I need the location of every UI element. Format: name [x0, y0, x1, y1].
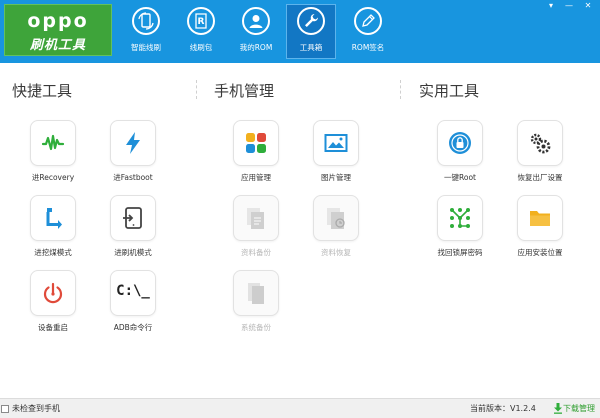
tool-tile	[233, 195, 279, 241]
tool-tile	[313, 120, 359, 166]
tool-data-restore[interactable]: 资料恢复	[298, 195, 374, 265]
svg-text:R: R	[198, 17, 205, 27]
lightning-icon	[126, 132, 140, 154]
device-status-checkbox[interactable]	[1, 405, 9, 413]
signal-wave-icon	[41, 134, 65, 151]
tool-tile	[517, 195, 563, 241]
section-title-utilities: 实用工具	[419, 82, 480, 100]
download-manager-link[interactable]: 下载管理	[563, 403, 595, 414]
status-bar: 未检查到手机 当前版本：V1.2.4 下载管理	[0, 398, 600, 418]
tool-root[interactable]: 一键Root	[422, 120, 498, 190]
download-icon[interactable]	[553, 403, 563, 414]
tool-tile	[437, 120, 483, 166]
section-title-quick-tools: 快捷工具	[12, 82, 73, 100]
power-restart-icon	[43, 282, 63, 304]
close-icon[interactable]: ✕	[581, 0, 595, 12]
document-icon	[247, 208, 264, 229]
tool-label: 进Recovery	[31, 173, 75, 182]
folder-icon	[530, 211, 550, 226]
nav-smart-flash[interactable]: 智能线刷	[121, 4, 171, 59]
tool-fastboot[interactable]: 进Fastboot	[95, 120, 171, 190]
tool-label: 资料恢复	[321, 248, 351, 257]
tool-app-install-location[interactable]: 应用安装位置	[502, 195, 578, 265]
tool-tile	[233, 270, 279, 316]
picture-icon	[324, 134, 348, 152]
section-title-phone-management: 手机管理	[214, 82, 275, 100]
app-grid-icon	[246, 133, 266, 153]
gears-icon	[530, 133, 551, 154]
logo-subtitle: 刷机工具	[29, 38, 86, 53]
version-text: 当前版本：V1.2.4	[470, 404, 536, 413]
tool-tile	[30, 270, 76, 316]
tool-label: 进Fastboot	[113, 173, 153, 182]
tool-factory-reset[interactable]: 恢复出厂设置	[502, 120, 578, 190]
tool-label: 进挖煤模式	[34, 248, 72, 257]
device-status-text: 未检查到手机	[12, 404, 60, 413]
tool-label: 应用安装位置	[517, 248, 563, 257]
section-divider	[196, 80, 197, 99]
tool-label: 恢复出厂设置	[517, 173, 563, 182]
wrench-icon	[297, 7, 325, 35]
nav-label: ROM签名	[351, 43, 385, 52]
tool-tile	[110, 120, 156, 166]
tool-recovery[interactable]: 进Recovery	[15, 120, 91, 190]
nav-toolbox[interactable]: 工具箱	[286, 4, 336, 59]
tool-label: 设备重启	[38, 323, 68, 332]
lock-icon	[449, 132, 471, 154]
tool-tile	[313, 195, 359, 241]
tool-label: 应用管理	[241, 173, 271, 182]
tool-tile	[110, 195, 156, 241]
nav-flash-package[interactable]: R 线刷包	[176, 4, 226, 59]
tool-app-management[interactable]: 应用管理	[218, 120, 294, 190]
section-divider	[400, 80, 401, 99]
terminal-icon: C:\_	[116, 283, 150, 299]
tool-tile	[30, 120, 76, 166]
tool-system-backup[interactable]: 系统备份	[218, 270, 294, 340]
document-restore-icon	[327, 208, 345, 229]
tool-photo-management[interactable]: 图片管理	[298, 120, 374, 190]
tool-tile	[437, 195, 483, 241]
tool-tile: C:\_	[110, 270, 156, 316]
tablet-enter-icon	[123, 207, 142, 229]
tool-data-backup[interactable]: 资料备份	[218, 195, 294, 265]
tool-flash-mode[interactable]: 进刷机模式	[95, 195, 171, 265]
tool-label: 图片管理	[321, 173, 351, 182]
tool-label: 找回锁屏密码	[437, 248, 483, 257]
copy-icon	[248, 283, 264, 304]
menu-dropdown-icon[interactable]: ▾	[544, 0, 558, 12]
pen-sign-icon	[354, 7, 382, 35]
tool-download-mode[interactable]: 进挖煤模式	[15, 195, 91, 265]
usb-arrow-icon	[46, 208, 62, 229]
tool-reboot[interactable]: 设备重启	[15, 270, 91, 340]
tool-label: 系统备份	[241, 323, 271, 332]
package-r-icon: R	[187, 7, 215, 35]
app-logo: oppo 刷机工具	[4, 4, 112, 56]
tool-label: ADB命令行	[113, 323, 153, 332]
nav-my-rom[interactable]: 我的ROM	[231, 4, 281, 59]
tool-adb[interactable]: C:\_ ADB命令行	[95, 270, 171, 340]
top-bar: oppo 刷机工具 智能线刷 R 线刷包 我的ROM 工具箱 ROM签名 ▾ —…	[0, 0, 600, 63]
logo-wordmark: oppo	[27, 10, 89, 32]
tool-tile	[233, 120, 279, 166]
tool-label: 资料备份	[241, 248, 271, 257]
minimize-icon[interactable]: —	[562, 0, 576, 12]
nav-rom-sign[interactable]: ROM签名	[343, 4, 393, 59]
tool-label: 进刷机模式	[114, 248, 152, 257]
pattern-lock-icon	[450, 208, 470, 228]
tool-label: 一键Root	[444, 173, 476, 182]
tool-tile	[517, 120, 563, 166]
phone-refresh-icon	[132, 7, 160, 35]
user-icon	[242, 7, 270, 35]
tool-unlock-pattern[interactable]: 找回锁屏密码	[422, 195, 498, 265]
tool-tile	[30, 195, 76, 241]
